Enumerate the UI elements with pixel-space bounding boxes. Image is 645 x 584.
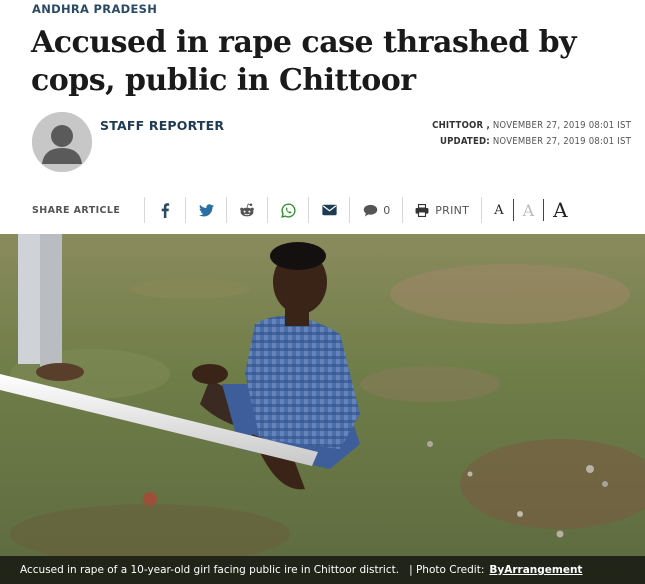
share-label: SHARE ARTICLE [32, 204, 121, 216]
share-toolbar: SHARE ARTICLE 0 PRINT A A A [32, 196, 612, 224]
font-size-large-button[interactable]: A [553, 198, 567, 222]
published-date: NOVEMBER 27, 2019 08:01 IST [492, 120, 631, 131]
divider [481, 197, 483, 223]
divider [308, 197, 310, 223]
divider [144, 197, 146, 223]
updated-date: NOVEMBER 27, 2019 08:01 IST [492, 136, 631, 147]
news-photo-illustration [0, 234, 645, 584]
font-size-medium-button[interactable]: A [523, 201, 535, 220]
photo-caption-bar: Accused in rape of a 10-year-old girl fa… [0, 556, 645, 584]
author-name[interactable]: STAFF REPORTER [100, 118, 224, 133]
divider [349, 197, 351, 223]
section-label[interactable]: ANDHRA PRADESH [32, 2, 157, 16]
divider [267, 197, 269, 223]
comment-icon[interactable] [362, 202, 378, 218]
divider [226, 197, 228, 223]
print-button[interactable]: PRINT [415, 203, 470, 217]
divider [402, 197, 404, 223]
email-icon[interactable] [321, 202, 337, 218]
reddit-icon[interactable] [239, 202, 255, 218]
user-silhouette-icon [32, 112, 92, 172]
updated-label: UPDATED: [439, 136, 490, 147]
photo-credit-link[interactable]: ByArrangement [489, 564, 582, 576]
divider [185, 197, 187, 223]
whatsapp-icon[interactable] [280, 202, 296, 218]
article-photo: Accused in rape of a 10-year-old girl fa… [0, 234, 645, 584]
font-size-small-button[interactable]: A [494, 203, 503, 218]
twitter-icon[interactable] [198, 202, 214, 218]
article-headline: Accused in rape case thrashed by cops, p… [31, 25, 577, 98]
divider [543, 199, 545, 221]
dateline: CHITTOOR , NOVEMBER 27, 2019 08:01 IST U… [432, 118, 631, 150]
comment-count[interactable]: 0 [383, 204, 390, 217]
dateline-place: CHITTOOR , [432, 120, 490, 131]
printer-icon [415, 203, 429, 217]
photo-caption: Accused in rape of a 10-year-old girl fa… [20, 564, 400, 576]
facebook-icon[interactable] [157, 202, 173, 218]
divider [512, 199, 514, 221]
print-label: PRINT [435, 203, 470, 217]
author-avatar [32, 112, 92, 172]
photo-credit-label: | Photo Credit: [409, 564, 485, 576]
